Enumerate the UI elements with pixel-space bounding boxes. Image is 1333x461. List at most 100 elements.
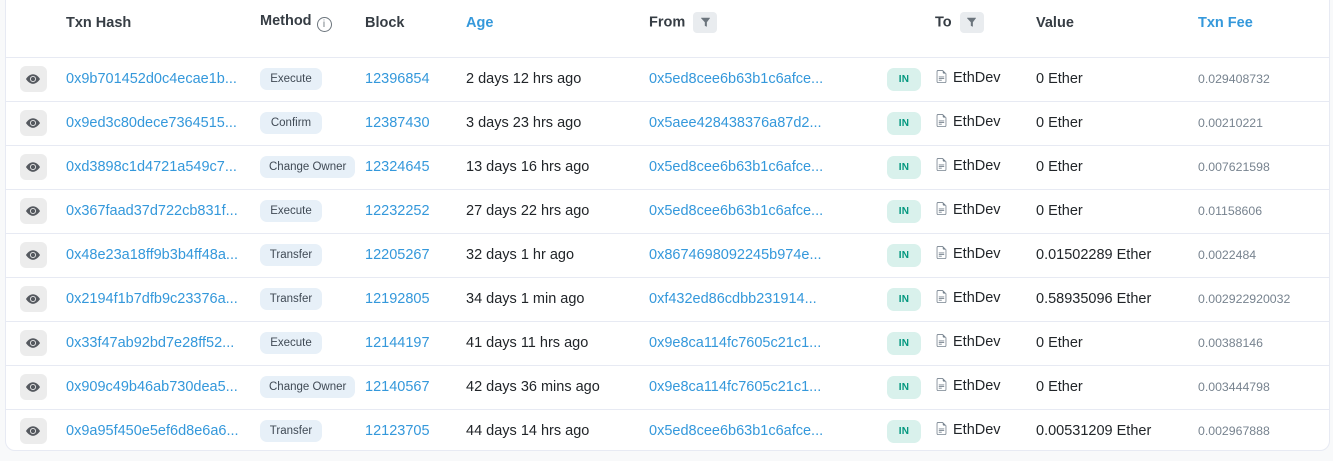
age-text: 3 days 23 hrs ago	[466, 115, 581, 131]
eye-icon	[26, 72, 40, 86]
block-link[interactable]: 12140567	[365, 379, 430, 395]
txn-hash-link[interactable]: 0x48e23a18ff9b3b4ff48a...	[66, 247, 238, 263]
block-link[interactable]: 12232252	[365, 203, 430, 219]
txn-fee-text: 0.00210221	[1198, 116, 1263, 130]
view-details-button[interactable]	[20, 110, 47, 136]
block-link[interactable]: 12205267	[365, 247, 430, 263]
txn-fee-toggle-link[interactable]: Txn Fee	[1198, 15, 1253, 31]
table-row: 0x48e23a18ff9b3b4ff48a... Transfer 12205…	[6, 233, 1330, 277]
col-header-from: From	[643, 0, 881, 57]
block-header-label: Block	[365, 15, 405, 31]
direction-badge: IN	[887, 376, 921, 399]
value-text: 0.00531209 Ether	[1036, 423, 1151, 439]
view-details-button[interactable]	[20, 330, 47, 356]
table-header-row: Txn Hash Methodi Block Age From To Value…	[6, 0, 1330, 57]
from-address-link[interactable]: 0x9e8ca114fc7605c21c1...	[649, 335, 821, 351]
direction-badge: IN	[887, 200, 921, 223]
to-header-label: To	[935, 15, 952, 31]
from-address-link[interactable]: 0xf432ed86cdbb231914...	[649, 291, 817, 307]
col-header-direction	[881, 0, 929, 57]
age-text: 44 days 14 hrs ago	[466, 423, 589, 439]
from-address-link[interactable]: 0x5ed8cee6b63b1c6afce...	[649, 159, 823, 175]
col-header-method: Methodi	[254, 0, 359, 57]
txn-hash-link[interactable]: 0x2194f1b7dfb9c23376a...	[66, 291, 238, 307]
table-row: 0x9b701452d0c4ecae1b... Execute 12396854…	[6, 57, 1330, 101]
eye-icon	[26, 336, 40, 350]
eye-icon	[26, 292, 40, 306]
eye-icon	[26, 248, 40, 262]
block-link[interactable]: 12192805	[365, 291, 430, 307]
transactions-card: Txn Hash Methodi Block Age From To Value…	[5, 0, 1330, 451]
method-badge: Change Owner	[260, 156, 355, 178]
table-body: 0x9b701452d0c4ecae1b... Execute 12396854…	[6, 57, 1330, 451]
method-badge: Transfer	[260, 288, 322, 310]
txn-fee-text: 0.01158606	[1198, 204, 1262, 218]
txn-hash-link[interactable]: 0x9b701452d0c4ecae1b...	[66, 71, 237, 87]
age-text: 2 days 12 hrs ago	[466, 71, 581, 87]
view-details-button[interactable]	[20, 154, 47, 180]
from-address-link[interactable]: 0x5ed8cee6b63b1c6afce...	[649, 203, 823, 219]
view-details-button[interactable]	[20, 242, 47, 268]
txn-hash-link[interactable]: 0x9a95f450e5ef6d8e6a6...	[66, 423, 239, 439]
to-name-tag: EthDev	[953, 158, 1001, 174]
info-icon[interactable]: i	[317, 17, 332, 32]
col-header-txn-fee: Txn Fee	[1192, 0, 1330, 57]
to-name-tag: EthDev	[953, 290, 1001, 306]
txn-fee-text: 0.002967888	[1198, 424, 1270, 438]
from-filter-button[interactable]	[693, 12, 717, 33]
block-link[interactable]: 12396854	[365, 71, 430, 87]
txn-hash-link[interactable]: 0x367faad37d722cb831f...	[66, 203, 238, 219]
block-link[interactable]: 12387430	[365, 115, 430, 131]
age-text: 13 days 16 hrs ago	[466, 159, 589, 175]
view-details-button[interactable]	[20, 374, 47, 400]
col-header-eye	[6, 0, 60, 57]
to-name-tag: EthDev	[953, 202, 1001, 218]
age-sort-link[interactable]: Age	[466, 15, 493, 31]
direction-badge: IN	[887, 420, 921, 443]
view-details-button[interactable]	[20, 418, 47, 444]
txn-hash-link[interactable]: 0x909c49b46ab730dea5...	[66, 379, 238, 395]
txn-fee-text: 0.002922920032	[1198, 292, 1290, 306]
view-details-button[interactable]	[20, 198, 47, 224]
method-badge: Confirm	[260, 112, 322, 134]
direction-badge: IN	[887, 288, 921, 311]
contract-document-icon	[935, 379, 948, 396]
contract-document-icon	[935, 115, 948, 132]
block-link[interactable]: 12144197	[365, 335, 430, 351]
col-header-txn-hash: Txn Hash	[60, 0, 254, 57]
direction-badge: IN	[887, 244, 921, 267]
table-row: 0x2194f1b7dfb9c23376a... Transfer 121928…	[6, 277, 1330, 321]
txn-hash-link[interactable]: 0x33f47ab92bd7e28ff52...	[66, 335, 234, 351]
block-link[interactable]: 12324645	[365, 159, 430, 175]
direction-badge: IN	[887, 112, 921, 135]
from-address-link[interactable]: 0x5ed8cee6b63b1c6afce...	[649, 423, 823, 439]
to-name-tag: EthDev	[953, 246, 1001, 262]
from-address-link[interactable]: 0x5aee428438376a87d2...	[649, 115, 822, 131]
table-row: 0x367faad37d722cb831f... Execute 1223225…	[6, 189, 1330, 233]
block-link[interactable]: 12123705	[365, 423, 430, 439]
value-text: 0 Ether	[1036, 115, 1083, 131]
txn-fee-text: 0.007621598	[1198, 160, 1270, 174]
txn-hash-header-label: Txn Hash	[66, 15, 131, 31]
txn-fee-text: 0.00388146	[1198, 336, 1263, 350]
to-name-tag: EthDev	[953, 422, 1001, 438]
txn-fee-text: 0.003444798	[1198, 380, 1270, 394]
age-text: 34 days 1 min ago	[466, 291, 585, 307]
txn-hash-link[interactable]: 0x9ed3c80dece7364515...	[66, 115, 237, 131]
col-header-value: Value	[1030, 0, 1192, 57]
to-name-tag: EthDev	[953, 334, 1001, 350]
contract-document-icon	[935, 335, 948, 352]
from-header-label: From	[649, 15, 685, 31]
funnel-icon	[700, 17, 711, 28]
txn-hash-link[interactable]: 0xd3898c1d4721a549c7...	[66, 159, 237, 175]
transactions-table: Txn Hash Methodi Block Age From To Value…	[6, 0, 1330, 451]
from-address-link[interactable]: 0x5ed8cee6b63b1c6afce...	[649, 71, 823, 87]
method-header-label: Method	[260, 13, 312, 29]
to-name-tag: EthDev	[953, 378, 1001, 394]
view-details-button[interactable]	[20, 66, 47, 92]
to-name-tag: EthDev	[953, 70, 1001, 86]
to-filter-button[interactable]	[960, 12, 984, 33]
view-details-button[interactable]	[20, 286, 47, 312]
from-address-link[interactable]: 0x9e8ca114fc7605c21c1...	[649, 379, 821, 395]
from-address-link[interactable]: 0x8674698092245b974e...	[649, 247, 822, 263]
